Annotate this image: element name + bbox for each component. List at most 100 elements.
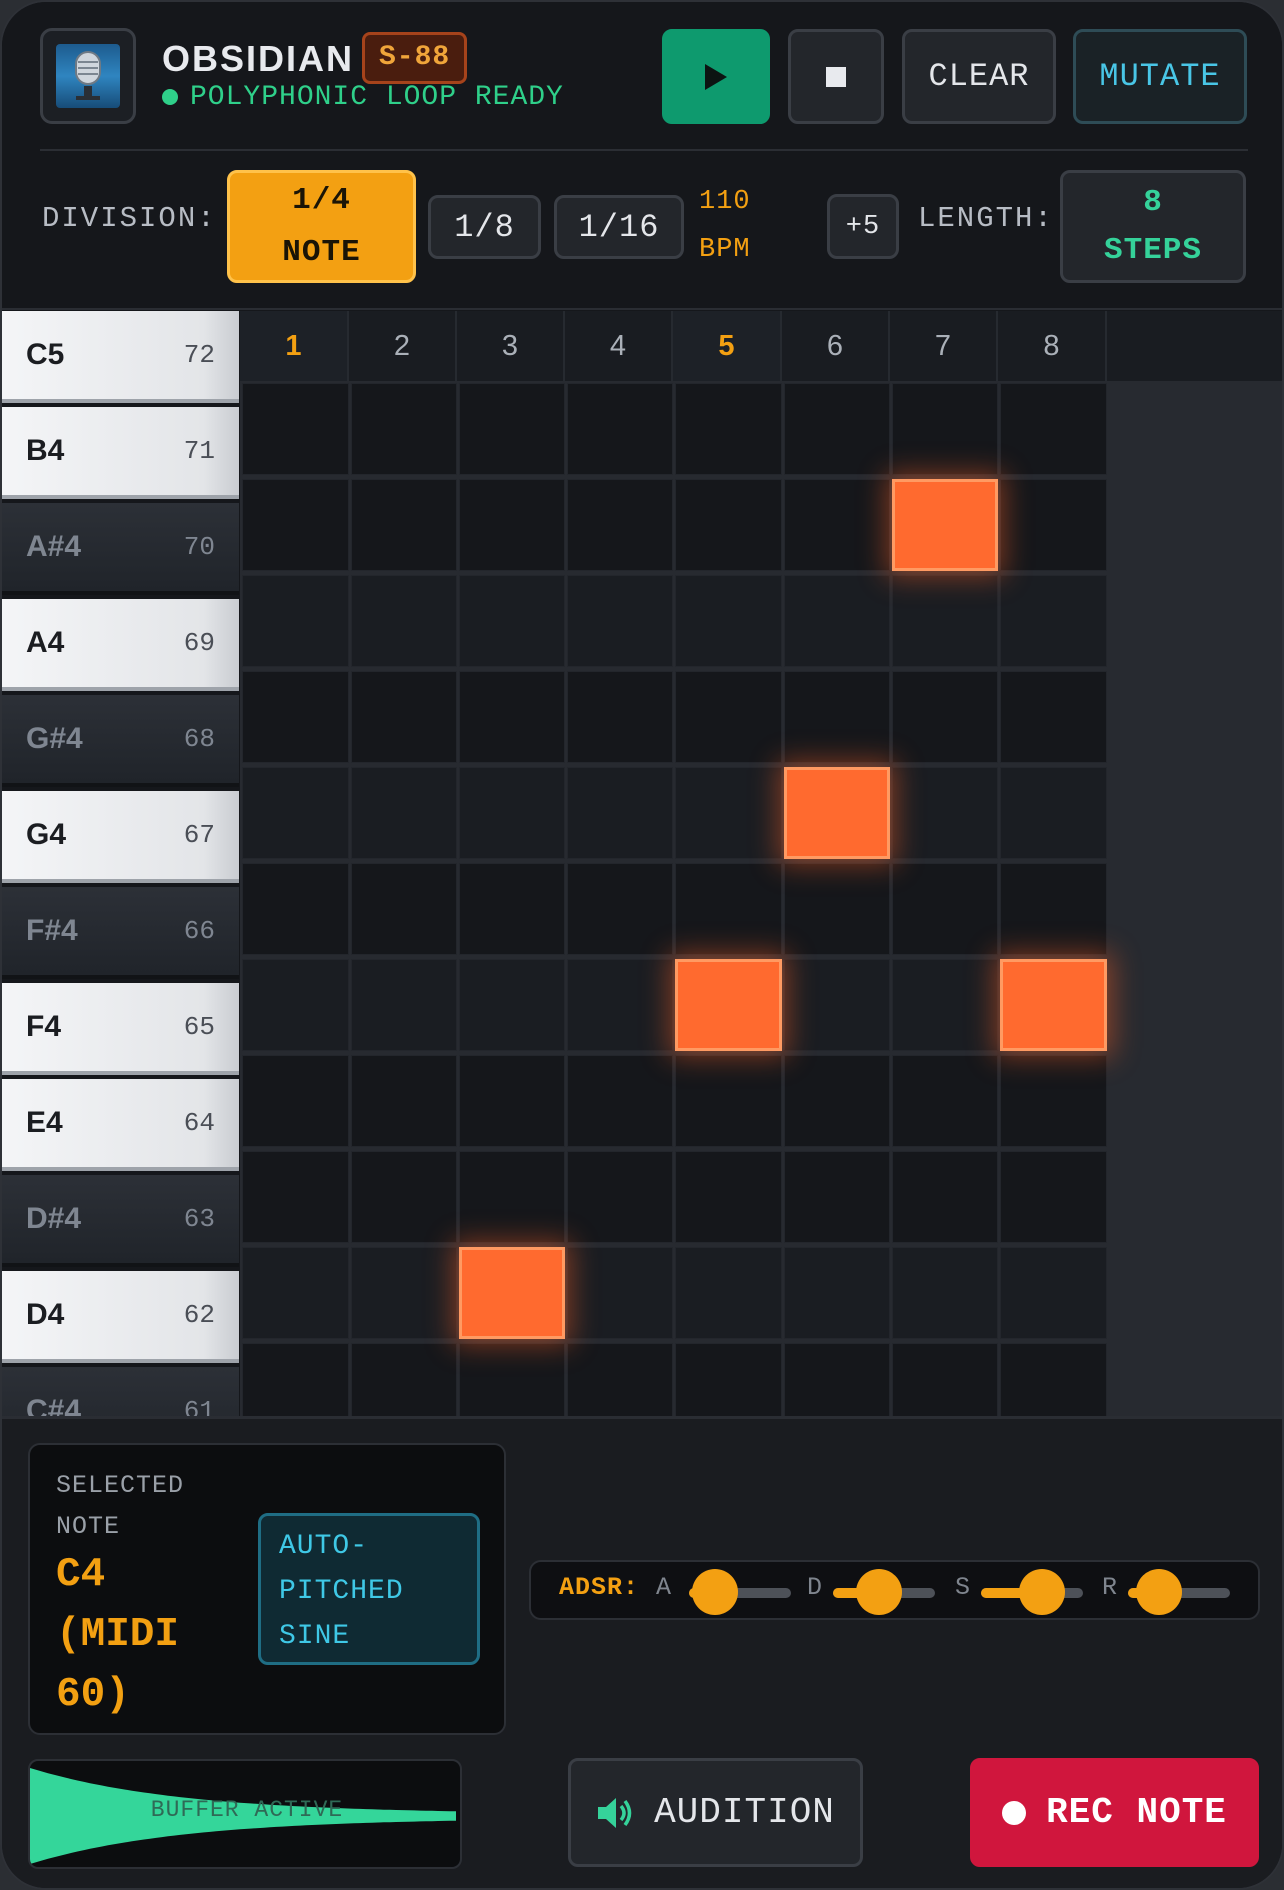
grid-cell[interactable]	[459, 575, 565, 667]
grid-cell[interactable]	[459, 959, 565, 1051]
grid-cell[interactable]	[1000, 1343, 1107, 1416]
grid-cell[interactable]	[567, 671, 673, 763]
grid-cell[interactable]	[351, 959, 457, 1051]
grid-cell[interactable]	[459, 1151, 565, 1243]
mutate-button[interactable]: MUTATE	[1073, 29, 1247, 124]
grid-cell[interactable]	[351, 1055, 457, 1147]
grid-cell[interactable]	[567, 575, 673, 667]
clear-button[interactable]: CLEAR	[902, 29, 1056, 124]
adsr-slider-thumb[interactable]	[691, 1569, 738, 1615]
grid-cell[interactable]	[892, 383, 998, 475]
grid-cell[interactable]	[351, 767, 457, 859]
grid-cell[interactable]	[242, 1247, 349, 1339]
grid-cell[interactable]	[459, 1343, 565, 1416]
grid-cell[interactable]	[1000, 1247, 1107, 1339]
grid-cell[interactable]	[242, 671, 349, 763]
grid-cell[interactable]	[784, 863, 890, 955]
grid-cell[interactable]	[459, 479, 565, 571]
piano-key[interactable]: G4 67	[2, 791, 239, 883]
grid-cell[interactable]	[892, 863, 998, 955]
grid-cell[interactable]	[675, 1343, 782, 1416]
grid-cell[interactable]	[784, 1151, 890, 1243]
grid-cell[interactable]	[351, 1151, 457, 1243]
grid-cell[interactable]	[784, 1247, 890, 1339]
grid-cell[interactable]	[675, 575, 782, 667]
grid-cell[interactable]	[242, 959, 349, 1051]
grid-cell[interactable]	[242, 1151, 349, 1243]
grid-cell[interactable]	[459, 671, 565, 763]
grid-cell[interactable]	[784, 1055, 890, 1147]
grid-cell[interactable]	[242, 383, 349, 475]
grid-cell-active[interactable]	[892, 479, 998, 571]
adsr-slider-thumb[interactable]	[855, 1569, 902, 1615]
grid-cell[interactable]	[567, 863, 673, 955]
grid-cell[interactable]	[242, 575, 349, 667]
grid-cell[interactable]	[242, 863, 349, 955]
grid-cell-active[interactable]	[675, 959, 782, 1051]
grid-cell[interactable]	[675, 1151, 782, 1243]
piano-key[interactable]: A#4 70	[2, 503, 239, 595]
grid-cell[interactable]	[784, 959, 890, 1051]
grid-cell[interactable]	[1000, 671, 1107, 763]
grid-cell[interactable]	[567, 1055, 673, 1147]
grid-cell[interactable]	[459, 863, 565, 955]
grid-cell[interactable]	[784, 383, 890, 475]
grid-cell[interactable]	[1000, 575, 1107, 667]
grid-cell[interactable]	[351, 671, 457, 763]
grid-cell[interactable]	[1000, 383, 1107, 475]
app-icon[interactable]	[40, 28, 136, 124]
grid-cell[interactable]	[459, 383, 565, 475]
grid-cell[interactable]	[351, 575, 457, 667]
grid-cell[interactable]	[459, 1055, 565, 1147]
division-quarter-button[interactable]: 1/4 NOTE	[227, 170, 416, 283]
grid-cell-active[interactable]	[459, 1247, 565, 1339]
grid-cell[interactable]	[567, 1247, 673, 1339]
grid-cell[interactable]	[675, 1055, 782, 1147]
grid-cell[interactable]	[675, 767, 782, 859]
piano-key[interactable]: A4 69	[2, 599, 239, 691]
division-sixteenth-button[interactable]: 1/16	[554, 195, 684, 259]
grid-cell[interactable]	[567, 1151, 673, 1243]
adsr-slider-thumb[interactable]	[1019, 1569, 1066, 1615]
adsr-slider[interactable]	[833, 1569, 935, 1615]
grid-cell[interactable]	[675, 863, 782, 955]
grid-cell[interactable]	[351, 1343, 457, 1416]
piano-key[interactable]: C5 72	[2, 311, 239, 403]
stop-button[interactable]	[788, 29, 884, 124]
grid-cell[interactable]	[892, 575, 998, 667]
grid-cell[interactable]	[784, 479, 890, 571]
piano-key[interactable]: C#4 61	[2, 1367, 239, 1416]
grid-cell[interactable]	[675, 383, 782, 475]
grid-cell-active[interactable]	[1000, 959, 1107, 1051]
piano-key[interactable]: E4 64	[2, 1079, 239, 1171]
piano-key[interactable]: G#4 68	[2, 695, 239, 787]
synth-type-button[interactable]: AUTO-PITCHED SINE	[258, 1513, 480, 1665]
grid-cell[interactable]	[892, 671, 998, 763]
adsr-slider[interactable]	[981, 1569, 1083, 1615]
grid-cell[interactable]	[1000, 479, 1107, 571]
grid-cell[interactable]	[784, 1343, 890, 1416]
grid-cell[interactable]	[892, 1247, 998, 1339]
grid-cell[interactable]	[459, 767, 565, 859]
grid-cell[interactable]	[1000, 1055, 1107, 1147]
grid-cell[interactable]	[242, 1055, 349, 1147]
grid-cell[interactable]	[567, 383, 673, 475]
grid-cell-active[interactable]	[784, 767, 890, 859]
grid-cell[interactable]	[351, 1247, 457, 1339]
division-eighth-button[interactable]: 1/8	[428, 195, 541, 259]
grid-cell[interactable]	[784, 671, 890, 763]
grid-cell[interactable]	[1000, 1151, 1107, 1243]
grid-cell[interactable]	[675, 671, 782, 763]
grid-cell[interactable]	[1000, 767, 1107, 859]
piano-key[interactable]: D#4 63	[2, 1175, 239, 1267]
piano-key[interactable]: F4 65	[2, 983, 239, 1075]
grid-cell[interactable]	[892, 1151, 998, 1243]
grid-cell[interactable]	[567, 959, 673, 1051]
grid-cell[interactable]	[675, 1247, 782, 1339]
piano-key[interactable]: B4 71	[2, 407, 239, 499]
grid-cell[interactable]	[351, 383, 457, 475]
audition-button[interactable]: AUDITION	[568, 1758, 863, 1867]
bpm-increase-button[interactable]: +5	[827, 194, 899, 259]
grid-cell[interactable]	[892, 1343, 998, 1416]
grid-cell[interactable]	[242, 479, 349, 571]
